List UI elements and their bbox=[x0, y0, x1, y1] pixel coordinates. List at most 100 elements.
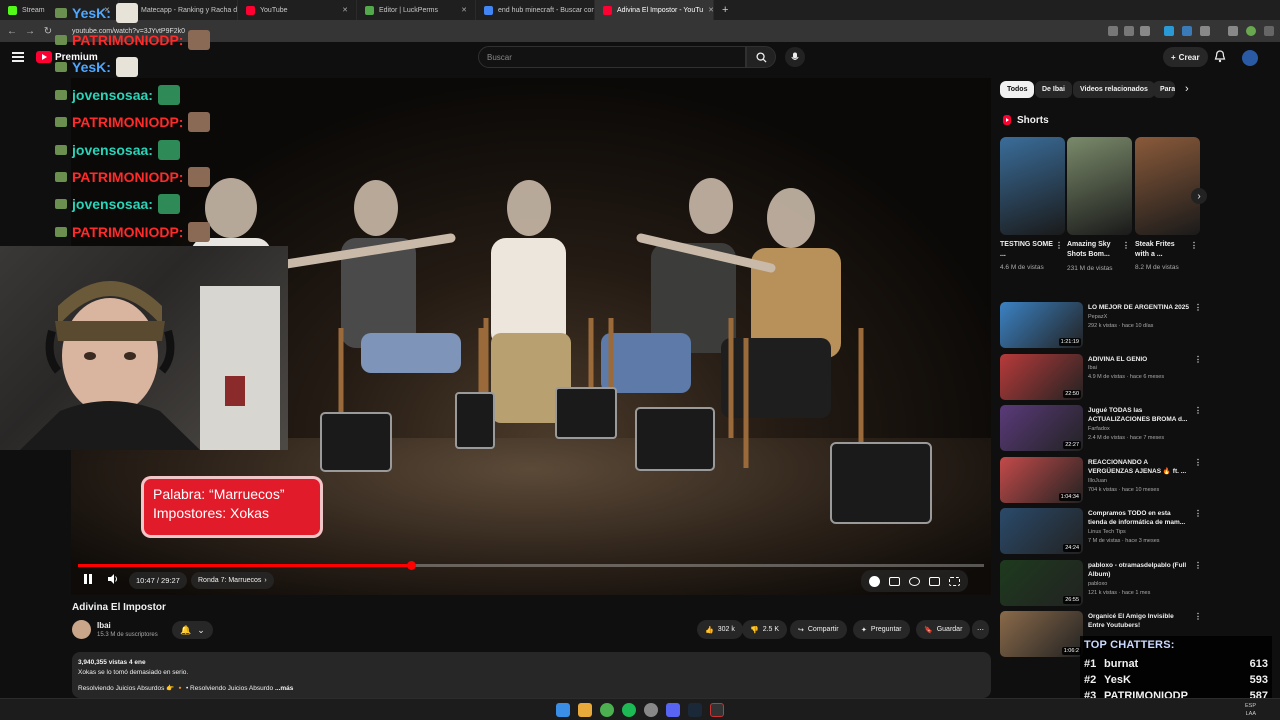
short-more-icon[interactable]: ⋮ bbox=[1190, 241, 1198, 250]
chevron-right-icon[interactable]: › bbox=[1185, 83, 1189, 95]
voice-search-button[interactable] bbox=[785, 47, 805, 67]
ask-button[interactable]: ✦ Preguntar bbox=[853, 620, 910, 639]
recommendation-thumbnail[interactable]: 22:27 bbox=[1000, 405, 1083, 451]
miniplayer-icon[interactable] bbox=[929, 576, 940, 586]
puzzle-icon[interactable] bbox=[1200, 26, 1210, 36]
download-icon[interactable] bbox=[1228, 26, 1238, 36]
recommendation-more-icon[interactable]: ⋮ bbox=[1194, 303, 1202, 312]
filter-chip-related[interactable]: Videos relacionados bbox=[1073, 81, 1155, 98]
filter-chip-todos[interactable]: Todos bbox=[1000, 81, 1035, 98]
fullscreen-icon[interactable] bbox=[949, 576, 960, 586]
youtube-play-icon bbox=[36, 51, 52, 63]
reload-icon[interactable]: ↻ bbox=[42, 26, 54, 37]
discord-icon[interactable] bbox=[666, 703, 680, 717]
recommendation-channel[interactable]: Ibai bbox=[1088, 365, 1097, 371]
account-avatar[interactable] bbox=[1242, 50, 1258, 66]
recommendation-more-icon[interactable]: ⋮ bbox=[1194, 612, 1202, 621]
recommendation-title[interactable]: Jugué TODAS las ACTUALIZACIONES BROMA d.… bbox=[1088, 406, 1190, 425]
channel-name[interactable]: Ibai bbox=[97, 621, 111, 630]
chapter-button[interactable]: Ronda 7: Marruecos › bbox=[191, 572, 274, 589]
save-button[interactable]: 🔖 Guardar bbox=[916, 620, 971, 639]
video-description[interactable]: 3,940,355 vistas 4 ene Xokas se lo tomó … bbox=[72, 652, 991, 698]
more-icon[interactable] bbox=[1264, 26, 1274, 36]
dislike-button[interactable]: 👎 2.5 K bbox=[742, 620, 788, 639]
recommendation-more-icon[interactable]: ⋮ bbox=[1194, 355, 1202, 364]
notifications-bell-icon[interactable] bbox=[1214, 50, 1226, 68]
recommendation-more-icon[interactable]: ⋮ bbox=[1194, 509, 1202, 518]
recommendation-channel[interactable]: pabloxo bbox=[1088, 581, 1107, 587]
recommendation-title[interactable]: LO MEJOR DE ARGENTINA 2025 bbox=[1088, 303, 1190, 312]
recommendation-more-icon[interactable]: ⋮ bbox=[1194, 561, 1202, 570]
recommendation-thumbnail[interactable]: 1:06:2 bbox=[1000, 611, 1083, 657]
show-more-link[interactable]: ...más bbox=[275, 685, 293, 692]
recommendation-title[interactable]: ADIVINA EL GENIO bbox=[1088, 355, 1190, 364]
file-explorer-icon[interactable] bbox=[578, 703, 592, 717]
chrome-icon[interactable] bbox=[600, 703, 614, 717]
volume-icon[interactable] bbox=[107, 573, 119, 588]
short-more-icon[interactable]: ⋮ bbox=[1122, 241, 1130, 250]
recommendation-title[interactable]: Compramos TODO en esta tienda de informá… bbox=[1088, 509, 1190, 528]
short-title[interactable]: TESTING SOME ... bbox=[1000, 240, 1055, 260]
recommendation-more-icon[interactable]: ⋮ bbox=[1194, 406, 1202, 415]
cast-icon[interactable] bbox=[1108, 26, 1118, 36]
recommendation-title[interactable]: pabloxo - otramasdelpablo (Full Album) bbox=[1088, 561, 1190, 580]
recommendation-title[interactable]: REACCIONANDO A VERGÜENZAS AJENAS 🔥 ft. .… bbox=[1088, 458, 1190, 477]
recommendation-thumbnail[interactable]: 26:55 bbox=[1000, 559, 1083, 606]
top-chatter-count: 613 bbox=[1249, 658, 1268, 670]
short-title[interactable]: Steak Frites with a ... bbox=[1135, 240, 1190, 260]
filter-chip-de-ibai[interactable]: De Ibai bbox=[1035, 81, 1072, 98]
extension-icon[interactable] bbox=[1164, 26, 1174, 36]
browser-tab[interactable]: end hub minecraft - Buscar con✕ bbox=[476, 0, 595, 20]
settings-gear-icon[interactable] bbox=[909, 576, 920, 586]
more-actions-button[interactable]: ⋯ bbox=[972, 620, 989, 639]
new-tab-button[interactable]: + bbox=[722, 4, 728, 16]
share-button[interactable]: ↪ Compartir bbox=[790, 620, 847, 639]
browser-tab[interactable]: YouTube ✕ bbox=[238, 0, 357, 20]
back-icon[interactable]: ← bbox=[6, 26, 18, 37]
forward-icon[interactable]: → bbox=[24, 26, 36, 37]
like-button[interactable]: 👍 302 k bbox=[697, 620, 743, 639]
short-thumbnail[interactable] bbox=[1000, 137, 1065, 235]
recommendation-channel[interactable]: Farfadox bbox=[1088, 426, 1110, 432]
recommendation-channel[interactable]: IlloJuan bbox=[1088, 478, 1107, 484]
star-icon[interactable] bbox=[1140, 26, 1150, 36]
recommendation-thumbnail[interactable]: 24:24 bbox=[1000, 508, 1083, 554]
recommendation-thumbnail[interactable]: 22:50 bbox=[1000, 353, 1083, 400]
autoplay-toggle-icon[interactable] bbox=[869, 575, 880, 587]
recommendation-title[interactable]: Organicé El Amigo Invisible Entre Youtub… bbox=[1088, 612, 1190, 631]
short-thumbnail[interactable] bbox=[1135, 137, 1200, 235]
recommendation-more-icon[interactable]: ⋮ bbox=[1194, 458, 1202, 467]
subscription-bell-button[interactable]: 🔔 ⌄ bbox=[172, 621, 213, 639]
shorts-next-button[interactable]: › bbox=[1191, 188, 1207, 204]
obs-icon[interactable] bbox=[710, 703, 724, 717]
extension-icon[interactable] bbox=[1182, 26, 1192, 36]
filter-chip-para[interactable]: Para bbox=[1153, 81, 1175, 98]
profile-icon[interactable] bbox=[1246, 26, 1256, 36]
eye-off-icon[interactable] bbox=[1124, 26, 1134, 36]
spotify-icon[interactable] bbox=[622, 703, 636, 717]
pause-icon[interactable] bbox=[83, 573, 93, 588]
browser-tab[interactable]: Adivina El Impostor - YouTu ✕ bbox=[595, 0, 714, 20]
channel-avatar[interactable] bbox=[72, 620, 91, 639]
recommendation-channel[interactable]: Linus Tech Tips bbox=[1088, 529, 1126, 535]
tab-close-icon[interactable]: ✕ bbox=[342, 6, 348, 14]
recommendation-thumbnail[interactable]: 1:04:34 bbox=[1000, 456, 1083, 503]
recommendation-channel[interactable]: PepazX bbox=[1088, 314, 1107, 320]
short-more-icon[interactable]: ⋮ bbox=[1055, 241, 1063, 250]
menu-icon[interactable] bbox=[12, 52, 24, 62]
search-button[interactable] bbox=[746, 46, 776, 68]
app-icon[interactable] bbox=[644, 703, 658, 717]
subtitles-icon[interactable] bbox=[889, 576, 900, 586]
search-input[interactable]: Buscar bbox=[478, 46, 746, 68]
browser-tab[interactable]: Editor | LuckPerms ✕ bbox=[357, 0, 476, 20]
tab-close-icon[interactable]: ✕ bbox=[708, 6, 713, 14]
progress-bar[interactable] bbox=[78, 561, 984, 570]
create-button[interactable]: + Crear bbox=[1163, 47, 1208, 67]
recommendation-thumbnail[interactable]: 1:21:19 bbox=[1000, 302, 1083, 348]
short-title[interactable]: Amazing Sky Shots Bom... bbox=[1067, 240, 1122, 260]
tab-close-icon[interactable]: ✕ bbox=[461, 6, 467, 14]
steam-icon[interactable] bbox=[688, 703, 702, 717]
windows-start-icon[interactable] bbox=[556, 703, 570, 717]
short-thumbnail[interactable] bbox=[1067, 137, 1132, 235]
chat-emote-icon bbox=[188, 30, 211, 50]
